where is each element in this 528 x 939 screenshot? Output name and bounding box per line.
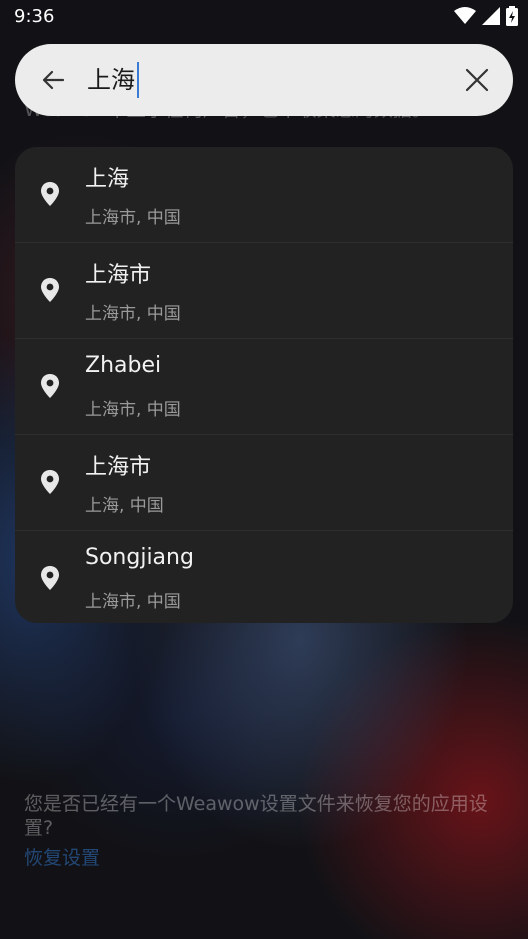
list-item[interactable]: 上海市 上海, 中国 [15, 435, 513, 531]
location-pin-icon [41, 374, 59, 398]
location-pin-icon [41, 278, 59, 302]
result-title: Zhabei [85, 353, 162, 378]
battery-icon [506, 6, 518, 26]
status-time: 9:36 [14, 6, 55, 27]
result-subtitle: 上海市, 中国 [85, 208, 181, 228]
wifi-icon [454, 7, 476, 24]
list-item[interactable]: 上海市 上海市, 中国 [15, 243, 513, 339]
result-title: 上海市 [85, 455, 152, 480]
background-restore-question: 您是否已经有一个Weawow设置文件来恢复您的应用设置? [24, 793, 488, 839]
list-item[interactable]: 上海 上海市, 中国 [15, 147, 513, 243]
search-input-value: 上海 [87, 66, 135, 94]
location-pin-icon [41, 566, 59, 590]
restore-settings-link[interactable]: 恢复设置 [24, 843, 100, 870]
search-bar: 上海 [15, 44, 513, 116]
location-pin-icon [41, 182, 59, 206]
result-subtitle: 上海市, 中国 [85, 304, 181, 324]
list-item[interactable]: Songjiang 上海市, 中国 [15, 531, 513, 623]
list-item[interactable]: Zhabei 上海市, 中国 [15, 339, 513, 435]
result-title: Songjiang [85, 545, 194, 570]
result-subtitle: 上海市, 中国 [85, 400, 181, 420]
close-icon[interactable] [461, 64, 493, 96]
status-icons [454, 6, 518, 26]
result-title: 上海 [85, 167, 130, 192]
search-results-list: 上海 上海市, 中国 上海市 上海市, 中国 Zhabei 上海市, 中国 上海… [15, 147, 513, 623]
cell-signal-icon [482, 7, 500, 25]
location-pin-icon [41, 470, 59, 494]
result-subtitle: 上海, 中国 [85, 496, 164, 516]
back-arrow-icon[interactable] [37, 64, 69, 96]
search-input[interactable]: 上海 [87, 62, 447, 98]
status-bar: 9:36 [0, 0, 528, 36]
result-title: 上海市 [85, 263, 152, 288]
result-subtitle: 上海市, 中国 [85, 592, 181, 612]
text-caret [137, 62, 139, 98]
